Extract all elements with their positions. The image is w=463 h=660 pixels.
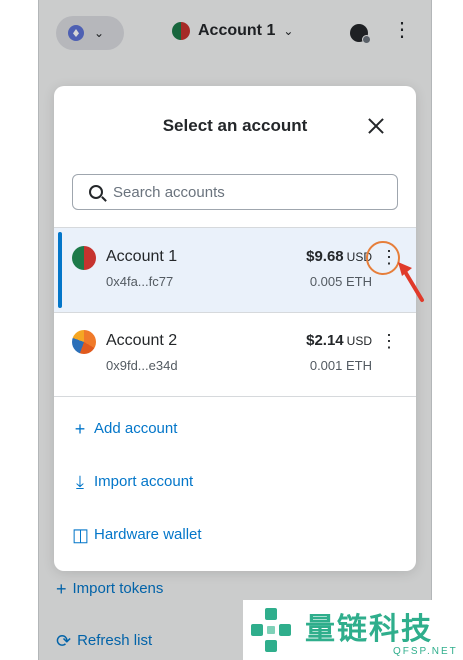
account-eth-balance: 0.005 ETH [309, 274, 372, 289]
search-icon [89, 185, 103, 199]
account-row-1[interactable]: Account 1 0x4fa...fc77 $9.68 USD 0.005 ET… [54, 228, 416, 312]
hardware-wallet-button[interactable]: ◫ Hardware wallet [72, 524, 202, 545]
watermark-subtext: QFSP.NET [393, 646, 458, 657]
search-input[interactable] [113, 183, 373, 201]
divider [54, 396, 416, 397]
account-avatar [72, 246, 96, 270]
hardware-wallet-icon: ◫ [72, 524, 90, 545]
account-name: Account 2 [106, 332, 178, 349]
account-row-2[interactable]: Account 2 0x9fd...e34d $2.14 USD 0.001 ET… [54, 312, 416, 396]
balance-value: $9.68 [306, 248, 344, 265]
hardware-wallet-label: Hardware wallet [94, 526, 202, 543]
add-account-button[interactable]: + Add account [72, 418, 178, 439]
account-address: 0x9fd...e34d [106, 358, 178, 373]
plus-icon: + [74, 418, 86, 439]
account-avatar [72, 330, 96, 354]
account-options-icon[interactable]: ⋮ [380, 332, 398, 350]
account-address: 0x4fa...fc77 [106, 274, 174, 289]
import-icon: ⤓ [76, 471, 84, 492]
account-name: Account 1 [106, 248, 178, 265]
search-field[interactable] [72, 174, 398, 210]
account-balance: $2.14 USD [306, 332, 372, 349]
import-account-button[interactable]: ⤓ Import account [72, 471, 194, 492]
account-eth-balance: 0.001 ETH [309, 358, 372, 373]
balance-value: $2.14 [306, 332, 344, 349]
account-balance: $9.68 USD [306, 248, 372, 265]
watermark-text: 量链科技 [305, 612, 433, 647]
watermark-logo-icon [251, 608, 291, 652]
account-options-icon[interactable]: ⋮ [380, 248, 398, 266]
watermark: 量链科技 QFSP.NET [243, 600, 463, 660]
select-account-modal: Select an account Account 1 0x4fa...fc77… [54, 86, 416, 571]
import-account-label: Import account [94, 473, 194, 490]
balance-currency: USD [346, 334, 372, 348]
modal-title: Select an account [162, 116, 308, 135]
close-icon[interactable] [366, 116, 386, 136]
selected-indicator [58, 232, 62, 308]
add-account-label: Add account [94, 420, 178, 437]
annotation-arrow-icon [398, 262, 424, 302]
